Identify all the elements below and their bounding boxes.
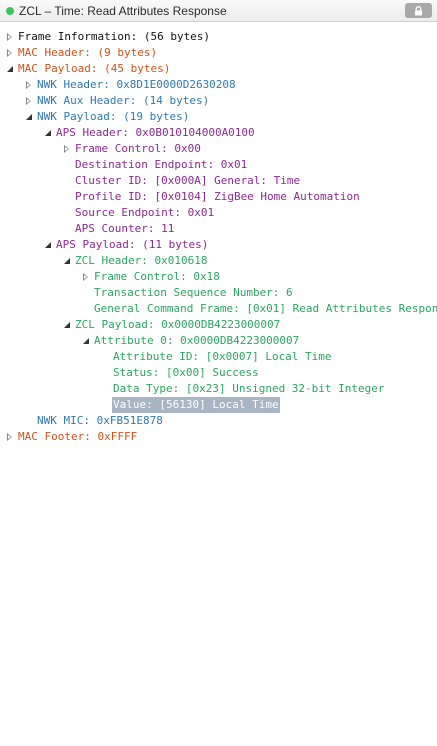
expand-arrow-icon[interactable] bbox=[83, 273, 88, 281]
tree-node-status[interactable]: Status: [0x00] Success bbox=[0, 365, 437, 381]
expand-arrow-icon[interactable] bbox=[26, 97, 31, 105]
tree-node-zcl-frame-control[interactable]: Frame Control: 0x18 bbox=[0, 269, 437, 285]
tree-node-aps-counter[interactable]: APS Counter: 11 bbox=[0, 221, 437, 237]
tree-node-nwk-payload[interactable]: NWK Payload: (19 bytes) bbox=[0, 109, 437, 125]
tree-node-mac-header[interactable]: MAC Header: (9 bytes) bbox=[0, 45, 437, 61]
tree-node-mac-payload[interactable]: MAC Payload: (45 bytes) bbox=[0, 61, 437, 77]
tree-node-frame-information[interactable]: Frame Information: (56 bytes) bbox=[0, 29, 437, 45]
tree-node-label: Data Type: [0x23] Unsigned 32-bit Intege… bbox=[113, 382, 385, 395]
tree-node-label: APS Counter: 11 bbox=[75, 222, 175, 235]
tree-node-label: ZCL Header: 0x010618 bbox=[75, 254, 208, 267]
tree-node-aps-payload[interactable]: APS Payload: (11 bytes) bbox=[0, 237, 437, 253]
tree-node-label: NWK MIC: 0xFB51E878 bbox=[37, 414, 163, 427]
expand-arrow-icon[interactable] bbox=[64, 145, 69, 153]
tree-node-zcl-header[interactable]: ZCL Header: 0x010618 bbox=[0, 253, 437, 269]
tree-node-label: NWK Header: 0x8D1E0000D2630208 bbox=[37, 78, 236, 91]
tree-node-value-selected[interactable]: Value: [56130] Local Time bbox=[0, 397, 437, 413]
status-dot-icon bbox=[6, 6, 14, 15]
window-title: ZCL – Time: Read Attributes Response bbox=[19, 3, 227, 18]
expand-arrow-icon[interactable] bbox=[26, 81, 31, 89]
tree-node-label: Attribute ID: [0x0007] Local Time bbox=[113, 350, 332, 363]
tree-node-profile-id[interactable]: Profile ID: [0x0104] ZigBee Home Automat… bbox=[0, 189, 437, 205]
tree-node-transaction-sequence[interactable]: Transaction Sequence Number: 6 bbox=[0, 285, 437, 301]
tree-node-label: MAC Footer: 0xFFFF bbox=[18, 430, 138, 443]
tree-node-zcl-payload[interactable]: ZCL Payload: 0x0000DB4223000007 bbox=[0, 317, 437, 333]
tree-node-label: Destination Endpoint: 0x01 bbox=[75, 158, 248, 171]
tree-node-label: APS Header: 0x0B010104000A0100 bbox=[56, 126, 255, 139]
tree-node-aps-header[interactable]: APS Header: 0x0B010104000A0100 bbox=[0, 125, 437, 141]
tree-node-nwk-aux-header[interactable]: NWK Aux Header: (14 bytes) bbox=[0, 93, 437, 109]
expand-arrow-icon[interactable] bbox=[7, 33, 12, 41]
tree-node-nwk-header[interactable]: NWK Header: 0x8D1E0000D2630208 bbox=[0, 77, 437, 93]
packet-decode-tree: Frame Information: (56 bytes) MAC Header… bbox=[0, 29, 437, 746]
tree-node-aps-frame-control[interactable]: Frame Control: 0x00 bbox=[0, 141, 437, 157]
tree-node-destination-endpoint[interactable]: Destination Endpoint: 0x01 bbox=[0, 157, 437, 173]
tree-node-label: Frame Information: (56 bytes) bbox=[18, 30, 211, 43]
tree-node-mac-footer[interactable]: MAC Footer: 0xFFFF bbox=[0, 429, 437, 445]
tree-node-label: Transaction Sequence Number: 6 bbox=[94, 286, 293, 299]
tree-node-label: Status: [0x00] Success bbox=[113, 366, 259, 379]
tree-node-label: Frame Control: 0x00 bbox=[75, 142, 201, 155]
tree-node-label: Value: [56130] Local Time bbox=[112, 397, 280, 413]
tree-node-general-command-frame[interactable]: General Command Frame: [0x01] Read Attri… bbox=[0, 301, 437, 317]
tree-node-label: NWK Aux Header: (14 bytes) bbox=[37, 94, 210, 107]
tree-node-label: NWK Payload: (19 bytes) bbox=[37, 110, 190, 123]
tree-node-label: Frame Control: 0x18 bbox=[94, 270, 220, 283]
decoder-window: ZCL – Time: Read Attributes Response Fra… bbox=[0, 0, 437, 746]
expand-arrow-icon[interactable] bbox=[7, 433, 12, 441]
tree-node-label: APS Payload: (11 bytes) bbox=[56, 238, 209, 251]
tree-node-label: Profile ID: [0x0104] ZigBee Home Automat… bbox=[75, 190, 360, 203]
tree-node-attribute-id[interactable]: Attribute ID: [0x0007] Local Time bbox=[0, 349, 437, 365]
tree-node-data-type[interactable]: Data Type: [0x23] Unsigned 32-bit Intege… bbox=[0, 381, 437, 397]
tree-node-source-endpoint[interactable]: Source Endpoint: 0x01 bbox=[0, 205, 437, 221]
tree-node-label: ZCL Payload: 0x0000DB4223000007 bbox=[75, 318, 281, 331]
tree-node-label: Cluster ID: [0x000A] General: Time bbox=[75, 174, 301, 187]
tree-node-label: MAC Payload: (45 bytes) bbox=[18, 62, 171, 75]
lock-icon bbox=[415, 5, 422, 15]
tree-node-nwk-mic[interactable]: NWK MIC: 0xFB51E878 bbox=[0, 413, 437, 429]
lock-button[interactable] bbox=[405, 3, 432, 18]
tree-node-cluster-id[interactable]: Cluster ID: [0x000A] General: Time bbox=[0, 173, 437, 189]
tree-node-label: Source Endpoint: 0x01 bbox=[75, 206, 215, 219]
tree-node-attribute-0[interactable]: Attribute 0: 0x0000DB4223000007 bbox=[0, 333, 437, 349]
expand-arrow-icon[interactable] bbox=[7, 49, 12, 57]
tree-node-label: General Command Frame: [0x01] Read Attri… bbox=[94, 302, 437, 315]
tree-node-label: MAC Header: (9 bytes) bbox=[18, 46, 158, 59]
title-bar: ZCL – Time: Read Attributes Response bbox=[0, 0, 437, 22]
tree-node-label: Attribute 0: 0x0000DB4223000007 bbox=[94, 334, 300, 347]
